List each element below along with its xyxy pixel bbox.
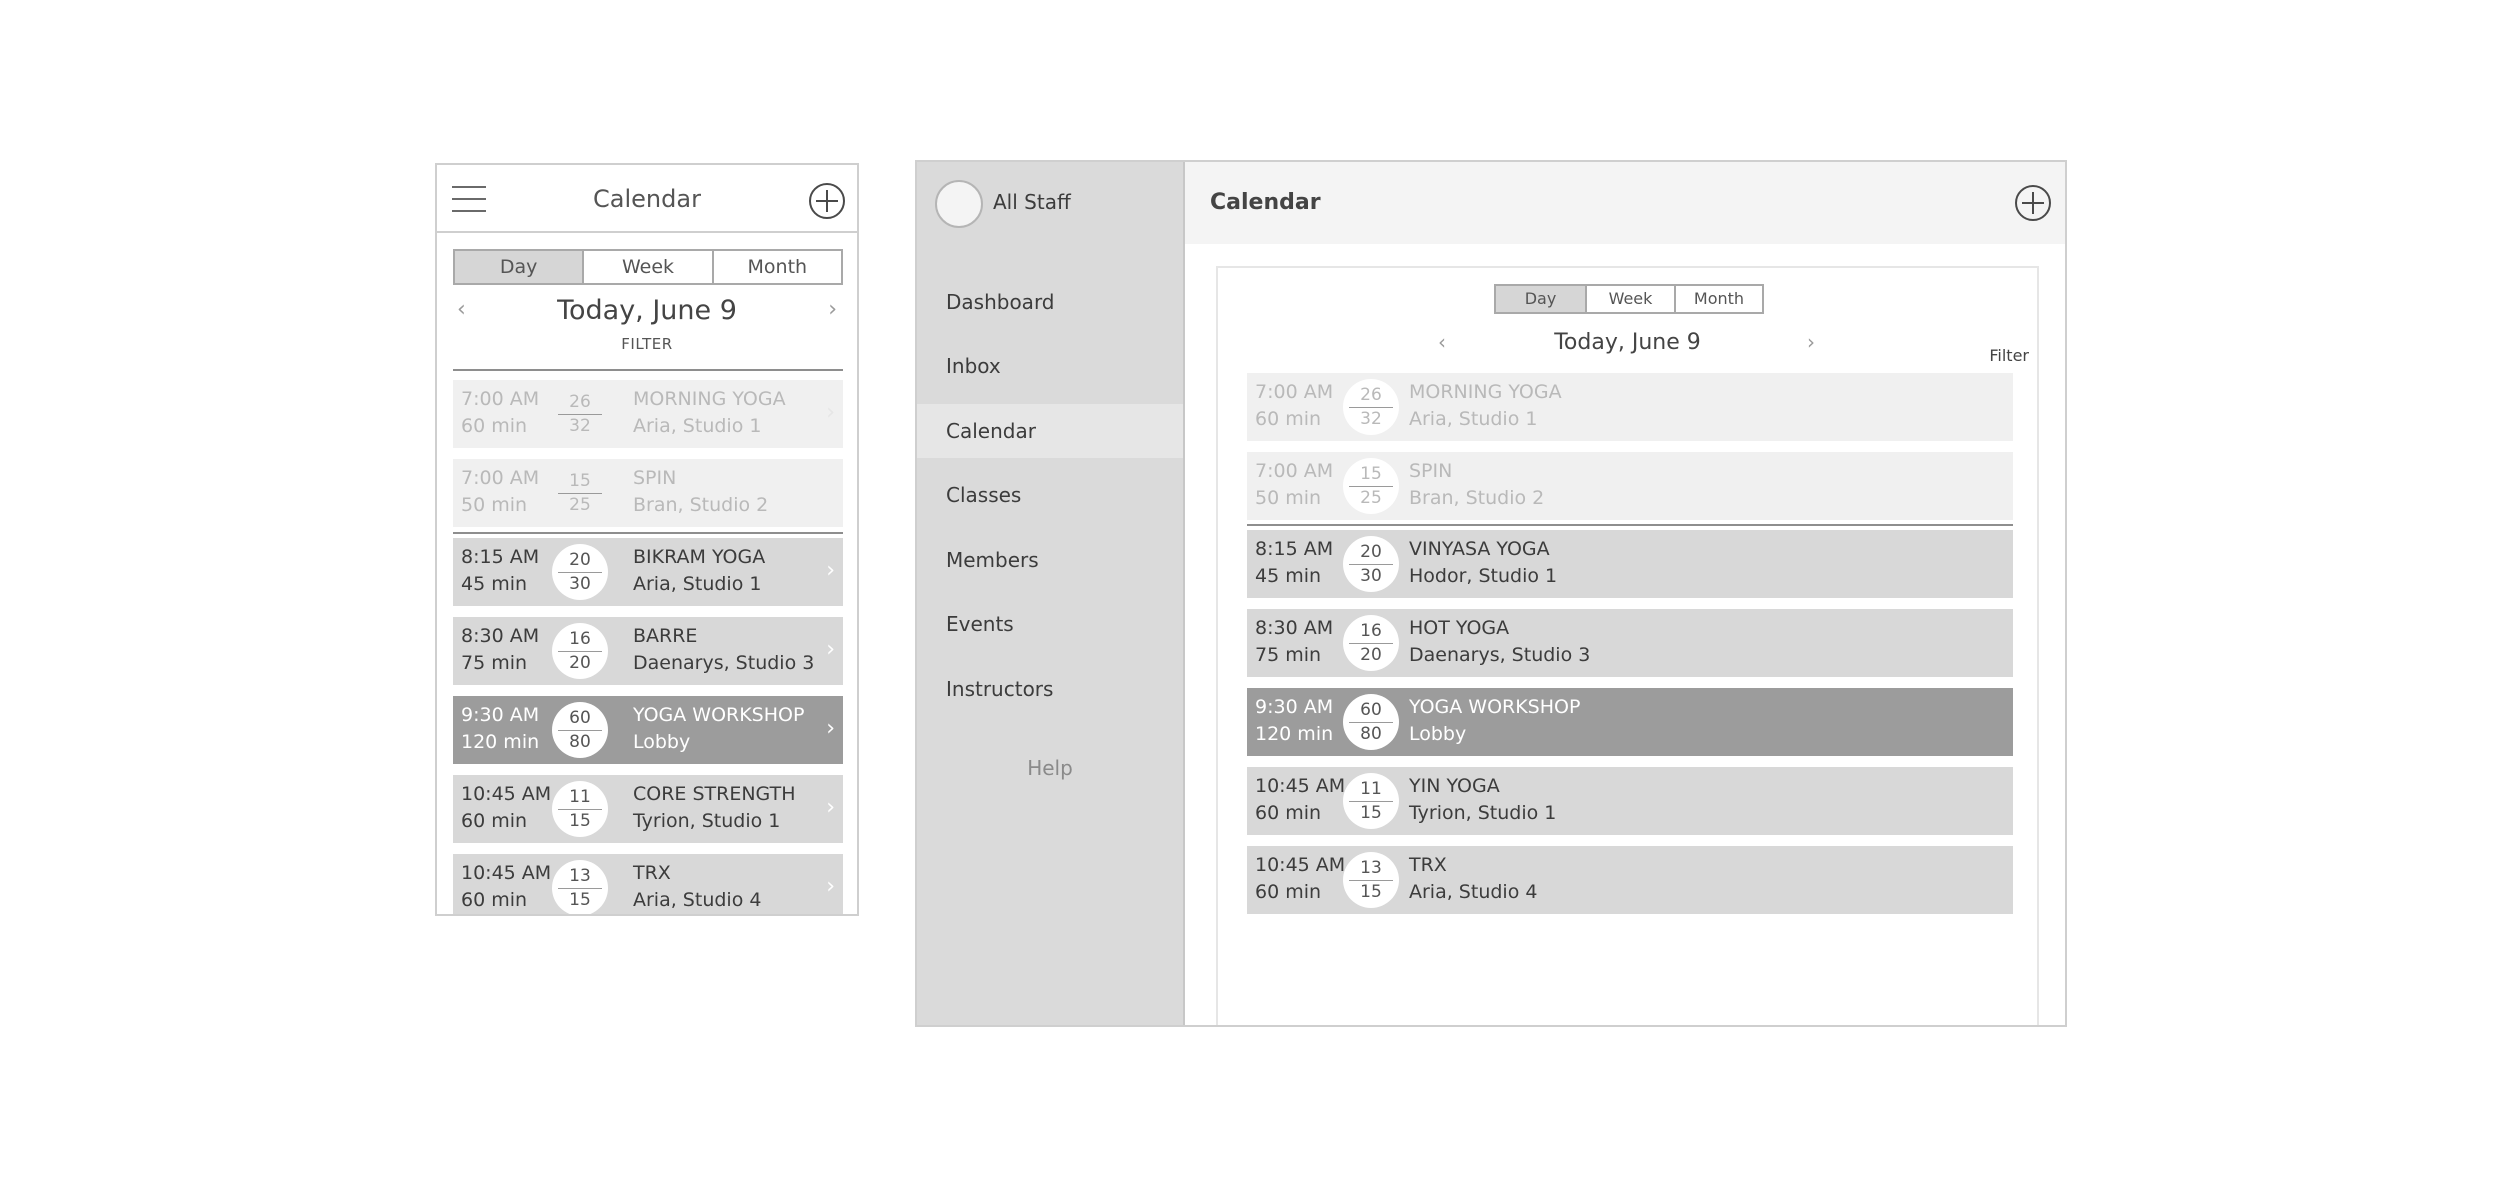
class-row[interactable]: 7:00 AM 50 min 15 25 SPIN Bran, Studio 2 — [453, 459, 843, 527]
class-info: YOGA WORKSHOP Lobby — [633, 704, 805, 753]
tab-month[interactable]: Month — [1674, 286, 1762, 312]
class-row[interactable]: 7:00 AM 60 min 26 32 MORNING YOGA Aria, Stu… — [453, 380, 843, 448]
page-title: Calendar — [1210, 190, 1321, 215]
tab-day[interactable]: Day — [455, 251, 583, 283]
mobile-page-title: Calendar — [593, 185, 701, 213]
class-time: 9:30 AM 120 min — [1255, 696, 1334, 745]
chevron-right-icon: › — [826, 795, 835, 820]
class-time: 10:45 AM 60 min — [1255, 854, 1346, 903]
class-row[interactable]: 10:45 AM 60 min 13 15 TRX Aria, Studio 4 › — [453, 854, 843, 914]
now-divider — [453, 532, 843, 534]
class-row[interactable]: 8:30 AM 75 min 16 20 HOT YOGA Daenarys, Stu… — [1247, 609, 2013, 677]
class-info: BARRE Daenarys, Studio 3 — [633, 625, 815, 674]
class-time: 8:15 AM 45 min — [461, 546, 540, 595]
capacity-badge: 15 25 — [552, 465, 608, 521]
capacity-badge: 60 80 — [552, 702, 608, 758]
tab-month[interactable]: Month — [711, 251, 841, 283]
class-info: MORNING YOGA Aria, Studio 1 — [633, 388, 786, 437]
chevron-right-icon: › — [826, 400, 835, 425]
class-time: 7:00 AM 60 min — [1255, 381, 1334, 430]
capacity-badge: 16 20 — [1343, 615, 1399, 671]
class-time: 7:00 AM 50 min — [461, 467, 540, 516]
capacity-badge: 11 15 — [1343, 773, 1399, 829]
class-info: TRX Aria, Studio 4 — [1409, 854, 1538, 903]
class-time: 8:30 AM 75 min — [461, 625, 540, 674]
divider — [453, 369, 843, 371]
class-row[interactable]: 10:45 AM 60 min 13 15 TRX Aria, Studio 4 — [1247, 846, 2013, 914]
sidebar-item-instructors[interactable]: Instructors — [917, 662, 1183, 716]
staff-selector[interactable]: All Staff — [993, 190, 1071, 214]
class-time: 8:30 AM 75 min — [1255, 617, 1334, 666]
sidebar-item-classes[interactable]: Classes — [917, 468, 1183, 522]
class-info: TRX Aria, Studio 4 — [633, 862, 762, 911]
chevron-right-icon: › — [826, 716, 835, 741]
class-info: YOGA WORKSHOP Lobby — [1409, 696, 1581, 745]
chevron-right-icon: › — [826, 874, 835, 899]
class-info: MORNING YOGA Aria, Studio 1 — [1409, 381, 1562, 430]
date-label: Today, June 9 — [1554, 330, 1701, 355]
sidebar-item-members[interactable]: Members — [917, 533, 1183, 587]
class-time: 9:30 AM 120 min — [461, 704, 540, 753]
class-info: HOT YOGA Daenarys, Studio 3 — [1409, 617, 1591, 666]
class-info: SPIN Bran, Studio 2 — [633, 467, 769, 516]
capacity-badge: 13 15 — [552, 860, 608, 914]
class-row[interactable]: 8:15 AM 45 min 20 30 BIKRAM YOGA Aria, Stud… — [453, 538, 843, 606]
sidebar-item-dashboard[interactable]: Dashboard — [917, 275, 1183, 329]
capacity-badge: 20 30 — [1343, 536, 1399, 592]
chevron-right-icon: › — [826, 558, 835, 583]
class-row[interactable]: 10:45 AM 60 min 11 15 CORE STRENGTH Tyrion,… — [453, 775, 843, 843]
class-row[interactable]: 8:30 AM 75 min 16 20 BARRE Daenarys, Studio… — [453, 617, 843, 685]
class-info: BIKRAM YOGA Aria, Studio 1 — [633, 546, 766, 595]
class-row-featured[interactable]: 9:30 AM 120 min 60 80 YOGA WORKSHOP Lobby — [1247, 688, 2013, 756]
class-time: 10:45 AM 60 min — [461, 862, 552, 911]
mobile-calendar-screen: Calendar Day Week Month ‹ Today, June 9 … — [435, 163, 859, 916]
mobile-view-tabs: Day Week Month — [453, 249, 843, 285]
mobile-header: Calendar — [437, 165, 857, 233]
class-row-featured[interactable]: 9:30 AM 120 min 60 80 YOGA WORKSHOP Lobby › — [453, 696, 843, 764]
capacity-badge: 20 30 — [552, 544, 608, 600]
help-link[interactable]: Help — [917, 756, 1183, 780]
desktop-header: Calendar — [1185, 162, 2065, 244]
add-class-plus-icon[interactable] — [2015, 185, 2051, 221]
capacity-badge: 26 32 — [552, 386, 608, 442]
class-time: 7:00 AM 50 min — [1255, 460, 1334, 509]
chevron-right-icon[interactable]: › — [828, 297, 837, 322]
capacity-badge: 16 20 — [552, 623, 608, 679]
class-time: 10:45 AM 60 min — [1255, 775, 1346, 824]
add-class-plus-icon[interactable] — [809, 183, 845, 219]
desktop-calendar-screen: All Staff Dashboard Inbox Calendar Class… — [915, 160, 2067, 1027]
desktop-view-tabs: Day Week Month — [1494, 284, 1764, 314]
filter-link[interactable]: Filter — [1989, 346, 2029, 365]
capacity-badge: 11 15 — [552, 781, 608, 837]
class-time: 7:00 AM 60 min — [461, 388, 540, 437]
class-info: CORE STRENGTH Tyrion, Studio 1 — [633, 783, 796, 832]
mobile-filter-link[interactable]: FILTER — [437, 335, 857, 353]
class-row[interactable]: 7:00 AM 60 min 26 32 MORNING YOGA Aria, Stu… — [1247, 373, 2013, 441]
mobile-date-label: Today, June 9 — [557, 295, 737, 326]
tab-week[interactable]: Week — [1585, 286, 1674, 312]
sidebar-item-calendar[interactable]: Calendar — [917, 404, 1183, 458]
class-time: 10:45 AM 60 min — [461, 783, 552, 832]
now-divider — [1247, 524, 2013, 526]
capacity-badge: 15 25 — [1343, 458, 1399, 514]
class-time: 8:15 AM 45 min — [1255, 538, 1334, 587]
capacity-badge: 60 80 — [1343, 694, 1399, 750]
class-row[interactable]: 10:45 AM 60 min 11 15 YIN YOGA Tyrion, Stud… — [1247, 767, 2013, 835]
capacity-badge: 13 15 — [1343, 852, 1399, 908]
tab-week[interactable]: Week — [582, 251, 712, 283]
avatar[interactable] — [935, 180, 983, 228]
calendar-panel: Day Week Month ‹ Today, June 9 › Filter … — [1216, 266, 2039, 1025]
chevron-right-icon: › — [826, 637, 835, 662]
chevron-right-icon[interactable]: › — [1807, 330, 1815, 354]
tab-day[interactable]: Day — [1496, 286, 1585, 312]
capacity-badge: 26 32 — [1343, 379, 1399, 435]
class-row[interactable]: 8:15 AM 45 min 20 30 VINYASA YOGA Hodor, St… — [1247, 530, 2013, 598]
sidebar: All Staff Dashboard Inbox Calendar Class… — [917, 162, 1185, 1025]
class-info: VINYASA YOGA Hodor, Studio 1 — [1409, 538, 1558, 587]
class-row[interactable]: 7:00 AM 50 min 15 25 SPIN Bran, Studio 2 — [1247, 452, 2013, 520]
class-info: SPIN Bran, Studio 2 — [1409, 460, 1545, 509]
sidebar-item-inbox[interactable]: Inbox — [917, 339, 1183, 393]
sidebar-item-events[interactable]: Events — [917, 597, 1183, 651]
class-info: YIN YOGA Tyrion, Studio 1 — [1409, 775, 1557, 824]
